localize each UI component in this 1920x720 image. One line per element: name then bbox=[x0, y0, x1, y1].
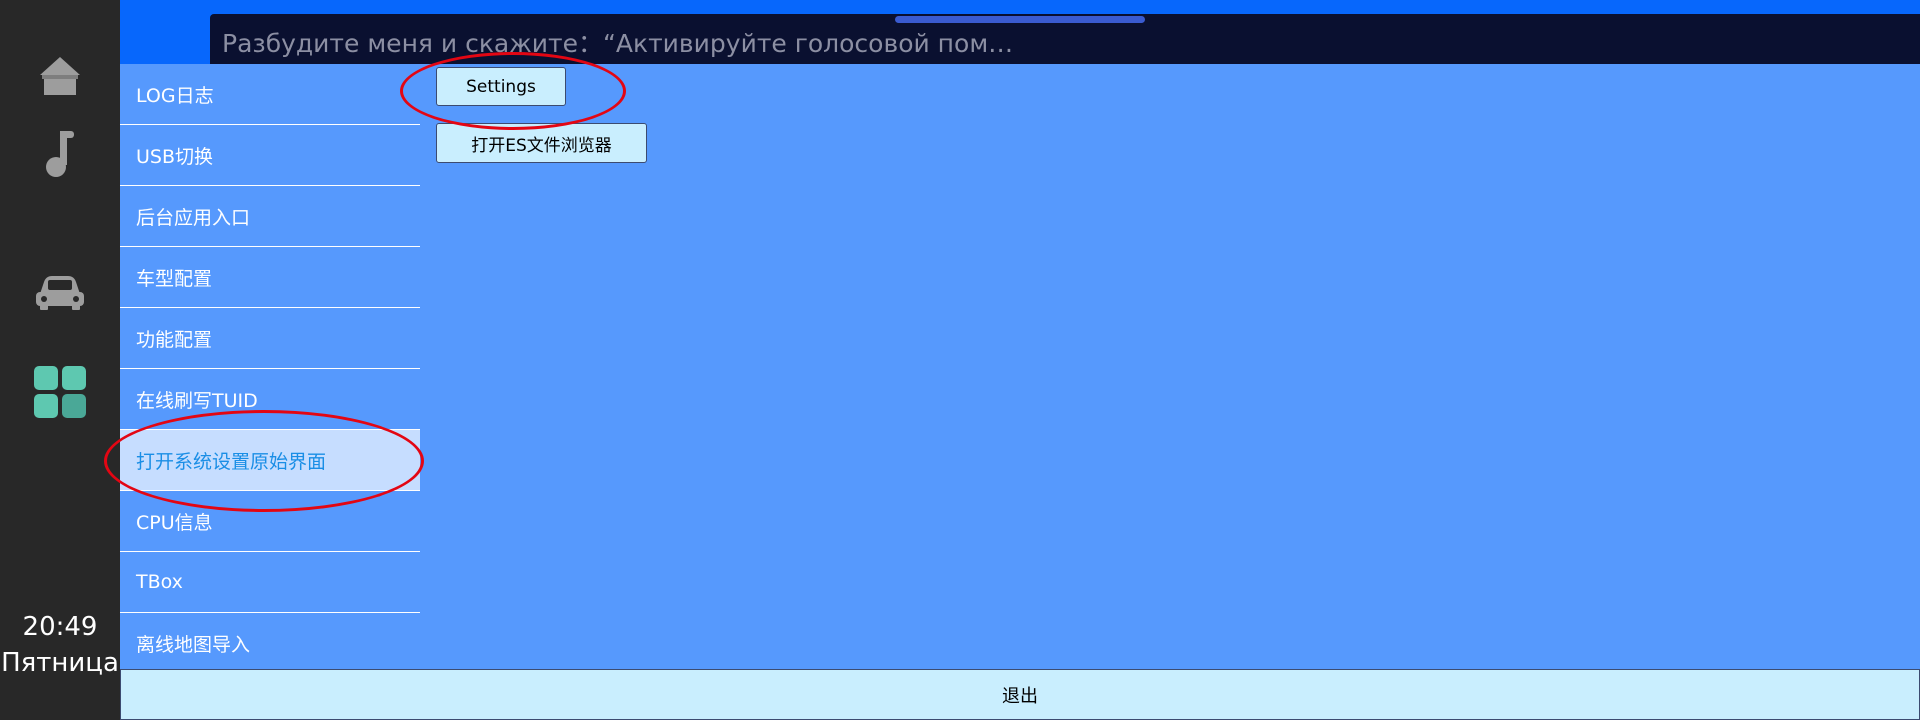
menu-item-label: 车型配置 bbox=[136, 267, 213, 290]
menu-item-label: USB切换 bbox=[136, 145, 214, 168]
exit-button[interactable]: 退出 bbox=[120, 669, 1920, 720]
menu-item-label: LOG日志 bbox=[136, 84, 214, 107]
home-icon[interactable] bbox=[30, 45, 90, 105]
menu-item-vehicle-config[interactable]: 车型配置 bbox=[120, 247, 420, 308]
menu-item-label: 离线地图导入 bbox=[136, 633, 251, 656]
drag-handle[interactable] bbox=[895, 16, 1145, 23]
menu-item-background-apps[interactable]: 后台应用入口 bbox=[120, 186, 420, 247]
annotation-circle-system-settings bbox=[104, 410, 424, 512]
menu-item-tbox[interactable]: TBox bbox=[120, 552, 420, 613]
music-icon[interactable] bbox=[30, 125, 90, 185]
menu-item-log[interactable]: LOG日志 bbox=[120, 64, 420, 125]
menu-item-label: 在线刷写TUID bbox=[136, 389, 258, 412]
menu-item-offline-map[interactable]: 离线地图导入 bbox=[120, 613, 420, 674]
voice-hint-text: Разбудите меня и скажите：“Активируйте го… bbox=[222, 29, 1014, 58]
car-icon[interactable] bbox=[30, 258, 90, 318]
menu-item-usb[interactable]: USB切换 bbox=[120, 125, 420, 186]
menu-item-feature-config[interactable]: 功能配置 bbox=[120, 308, 420, 369]
engineering-menu: LOG日志 USB切换 后台应用入口 车型配置 功能配置 在线刷写TUID 打开… bbox=[120, 64, 420, 674]
menu-item-label: CPU信息 bbox=[136, 511, 213, 534]
annotation-circle-settings bbox=[400, 52, 626, 130]
menu-item-label: TBox bbox=[136, 571, 183, 593]
clock-day: Пятница bbox=[1, 648, 119, 678]
open-es-file-browser-button[interactable]: 打开ES文件浏览器 bbox=[436, 123, 647, 163]
menu-item-label: 后台应用入口 bbox=[136, 206, 251, 229]
clock-time: 20:49 bbox=[22, 612, 98, 642]
left-dock: 20:49 Пятница bbox=[0, 0, 120, 720]
apps-icon[interactable] bbox=[30, 362, 90, 422]
menu-item-label: 功能配置 bbox=[136, 328, 213, 351]
